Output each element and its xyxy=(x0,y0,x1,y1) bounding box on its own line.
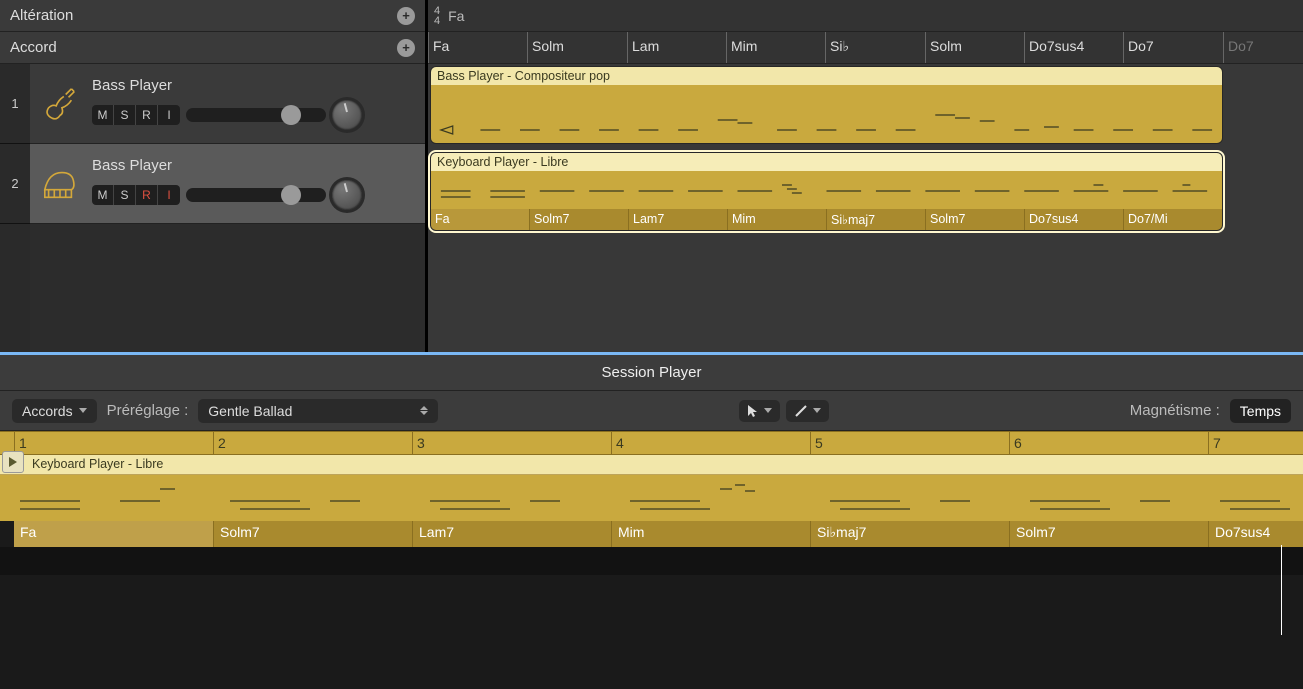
view-mode-select[interactable]: Accords xyxy=(12,399,97,423)
chevron-down-icon xyxy=(79,408,87,413)
add-accord-button[interactable]: + xyxy=(397,39,415,57)
record-button[interactable]: R xyxy=(136,105,158,125)
track-header[interactable]: Bass Player M S R I xyxy=(30,64,425,144)
region-chord-label: Si♭maj7 xyxy=(826,209,925,230)
add-alteration-button[interactable]: + xyxy=(397,7,415,25)
pan-knob[interactable] xyxy=(332,180,362,210)
preset-label: Préréglage : xyxy=(107,402,189,419)
mute-button[interactable]: M xyxy=(92,185,114,205)
record-button[interactable]: R xyxy=(136,185,158,205)
region-keys[interactable]: Keyboard Player - Libre FaSolm7Lam7MimSi… xyxy=(430,152,1223,231)
region-chord-label: Mim xyxy=(727,209,826,230)
editor-region-area[interactable]: Keyboard Player - Libre FaSolm7Lam7MimSi… xyxy=(0,455,1303,575)
accord-label: Accord xyxy=(10,39,57,56)
preset-value: Gentle Ballad xyxy=(208,403,292,419)
input-button[interactable]: I xyxy=(158,105,180,125)
region-chord-label: Do7/Mi xyxy=(1123,209,1222,230)
pointer-icon xyxy=(747,404,759,418)
global-chord-track[interactable]: Fa Solm Lam Mim Si♭ Solm Do7sus4 Do7 Do7 xyxy=(428,32,1303,64)
editor-chord-cell[interactable]: Fa xyxy=(14,521,213,547)
ruler-tick: 2 xyxy=(213,432,226,454)
track-name: Bass Player xyxy=(92,157,415,174)
callout-line xyxy=(1281,545,1282,635)
snap-select[interactable]: Temps xyxy=(1230,399,1291,423)
ruler-tick: 7 xyxy=(1208,432,1221,454)
pencil-icon xyxy=(794,404,808,418)
msri-buttons: M S R I xyxy=(92,185,180,205)
guitar-icon xyxy=(36,75,84,133)
track-number[interactable]: 1 xyxy=(0,64,30,144)
chord-cell[interactable]: Do7 xyxy=(1223,32,1258,63)
editor-chord-cell[interactable]: Solm7 xyxy=(1009,521,1208,547)
region-chord-label: Lam7 xyxy=(628,209,727,230)
mute-button[interactable]: M xyxy=(92,105,114,125)
editor-toolbar: Accords Préréglage : Gentle Ballad Magné… xyxy=(0,391,1303,431)
solo-button[interactable]: S xyxy=(114,105,136,125)
ruler-tick: 4 xyxy=(611,432,624,454)
editor-ruler[interactable]: 1234567 xyxy=(0,431,1303,455)
msri-buttons: M S R I xyxy=(92,105,180,125)
pan-knob[interactable] xyxy=(332,100,362,130)
chord-cell[interactable]: Fa xyxy=(428,32,453,63)
region-chord-label: Solm7 xyxy=(925,209,1024,230)
ruler-tick: 6 xyxy=(1009,432,1022,454)
editor-chord-cell[interactable]: Do7sus4 xyxy=(1208,521,1303,547)
input-button[interactable]: I xyxy=(158,185,180,205)
editor-chord-cell[interactable]: Solm7 xyxy=(213,521,412,547)
stepper-icon xyxy=(420,406,428,415)
snap-label: Magnétisme : xyxy=(1130,402,1220,419)
chevron-down-icon xyxy=(764,408,772,413)
preset-select[interactable]: Gentle Ballad xyxy=(198,399,438,423)
midi-notes xyxy=(0,475,1303,521)
track-name: Bass Player xyxy=(92,77,415,94)
chevron-down-icon xyxy=(813,408,821,413)
midi-notes xyxy=(431,171,1222,209)
panel-title: Session Player xyxy=(0,355,1303,391)
region-chord-label: Do7sus4 xyxy=(1024,209,1123,230)
chord-cell[interactable]: Solm xyxy=(925,32,966,63)
arrangement-area[interactable]: 4 4 Fa FaSolmLamMimSi♭SolmDo7sus4Do7Do7 … xyxy=(428,0,1303,352)
track-header[interactable]: Bass Player M S R I xyxy=(30,144,425,224)
pointer-tool[interactable] xyxy=(739,400,780,422)
timesig-num: 4 xyxy=(434,6,440,16)
solo-button[interactable]: S xyxy=(114,185,136,205)
chord-cell[interactable]: Do7 xyxy=(1123,32,1158,63)
timesig-den: 4 xyxy=(434,16,440,26)
editor-chord-cell[interactable]: Lam7 xyxy=(412,521,611,547)
track-number[interactable]: 2 xyxy=(0,144,30,224)
piano-icon xyxy=(36,155,84,213)
editor-chord-cell[interactable]: Si♭maj7 xyxy=(810,521,1009,547)
editor-midi-lane[interactable] xyxy=(0,475,1303,521)
volume-slider[interactable] xyxy=(186,108,326,122)
pencil-tool[interactable] xyxy=(786,400,829,422)
chord-cell[interactable]: Solm xyxy=(527,32,568,63)
midi-notes xyxy=(431,85,1222,143)
alteration-label: Altération xyxy=(10,7,73,24)
view-mode-label: Accords xyxy=(22,403,73,419)
volume-slider[interactable] xyxy=(186,188,326,202)
editor-chord-strip[interactable]: FaSolm7Lam7MimSi♭maj7Solm7Do7sus4 xyxy=(0,521,1303,547)
region-chord-label: Solm7 xyxy=(529,209,628,230)
signature-row: 4 4 Fa xyxy=(428,0,1303,32)
region-title: Keyboard Player - Libre xyxy=(431,153,1222,171)
editor-chord-cell[interactable]: Mim xyxy=(611,521,810,547)
region-chord-labels: FaSolm7Lam7MimSi♭maj7Solm7Do7sus4Do7/Mi xyxy=(431,209,1222,230)
ruler-tick: 3 xyxy=(412,432,425,454)
accord-header: Accord + xyxy=(0,32,425,64)
chord-cell[interactable]: Mim xyxy=(726,32,761,63)
region-title: Bass Player - Compositeur pop xyxy=(431,67,1222,85)
ruler-tick: 5 xyxy=(810,432,823,454)
region-chord-label: Fa xyxy=(431,209,529,230)
chord-cell[interactable]: Lam xyxy=(627,32,663,63)
editor-region-title: Keyboard Player - Libre xyxy=(0,455,1303,475)
play-from-button[interactable] xyxy=(2,451,24,473)
alteration-header: Altération + xyxy=(0,0,425,32)
time-signature[interactable]: 4 4 xyxy=(434,6,440,26)
snap-value: Temps xyxy=(1240,403,1281,419)
chord-cell[interactable]: Si♭ xyxy=(825,32,853,63)
chord-cell[interactable]: Do7sus4 xyxy=(1024,32,1088,63)
region-bass[interactable]: Bass Player - Compositeur pop xyxy=(430,66,1223,144)
key-signature[interactable]: Fa xyxy=(448,8,464,24)
track-header-panel: Altération + Accord + 1 2 Bass Player xyxy=(0,0,428,352)
